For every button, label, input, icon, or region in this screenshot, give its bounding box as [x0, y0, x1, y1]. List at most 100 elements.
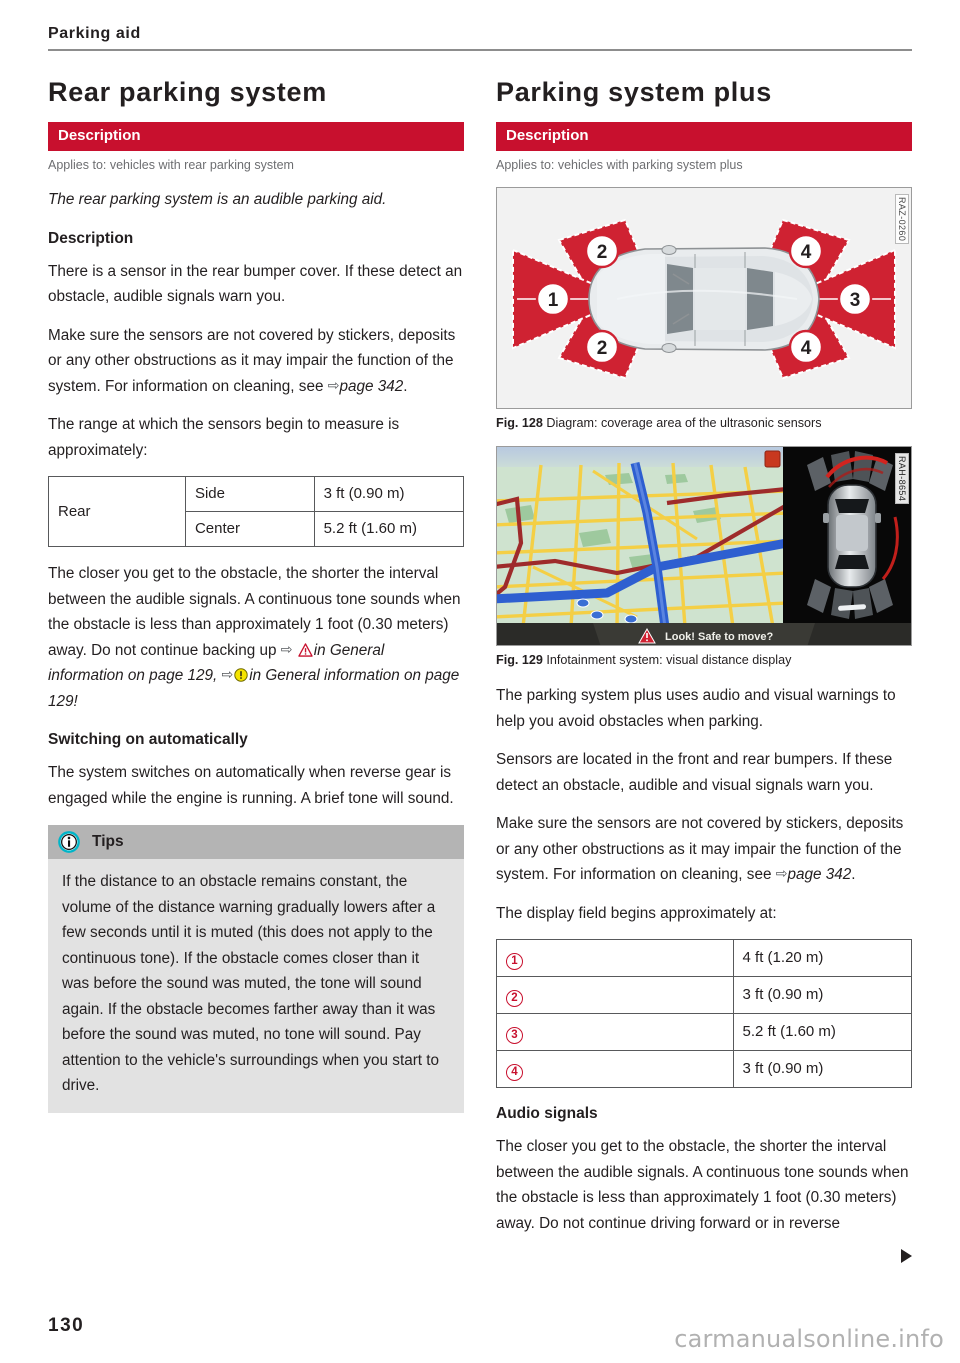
svg-text:4: 4: [801, 242, 812, 263]
zone-callout-3: 3: [837, 281, 873, 317]
circled-number-1: 1: [506, 953, 523, 970]
left-paragraph-4: The closer you get to the obstacle, the …: [48, 561, 464, 714]
table-row: 4 3 ft (0.90 m): [496, 1050, 913, 1088]
figure-128: 1 2 2 3 4 4 RAZ-0260 Fig. 128 Diagram: c…: [496, 187, 912, 432]
display-marker-4: 4: [496, 1050, 734, 1088]
figure-129-caption-text: Infotainment system: visual distance dis…: [546, 653, 792, 667]
table-row: 1 4 ft (1.20 m): [496, 939, 913, 977]
right-paragraph-2: Sensors are located in the front and rea…: [496, 751, 893, 794]
display-marker-3: 3: [496, 1013, 734, 1051]
panel-car-top-view: [823, 484, 881, 588]
tips-label: Tips: [92, 833, 124, 850]
figure-129-caption: Fig. 129 Infotainment system: visual dis…: [496, 652, 912, 669]
reference-arrow-icon: ⇨: [775, 865, 788, 881]
right-paragraph-4: The display field begins approximately a…: [496, 904, 777, 922]
display-marker-1: 1: [496, 939, 734, 977]
warning-triangle-icon: [298, 642, 313, 657]
running-head-rule: [48, 49, 912, 51]
map-status-badge: [764, 450, 781, 468]
tips-body-text: If the distance to an obstacle remains c…: [62, 873, 440, 1094]
rear-distance-side: 3 ft (0.90 m): [313, 476, 465, 512]
zone-callout-2-upper: 2: [584, 233, 620, 269]
circled-number-4: 4: [506, 1064, 523, 1081]
note-exclamation-icon: [234, 668, 248, 682]
figure-128-caption: Fig. 128 Diagram: coverage area of the u…: [496, 415, 912, 432]
right-column: Parking system plus Description Applies …: [496, 66, 913, 1263]
display-distance-3: 5.2 ft (1.60 m): [732, 1013, 913, 1051]
reference-arrow-icon: ⇨: [280, 640, 293, 657]
right-paragraph-3-end: .: [851, 866, 856, 883]
display-marker-2: 2: [496, 976, 734, 1014]
site-watermark: carmanualsonline.info: [674, 1325, 944, 1353]
tips-header: Tips: [48, 825, 464, 859]
left-paragraph-3: The range at which the sensors begin to …: [48, 416, 400, 459]
left-paragraph-1: There is a sensor in the rear bumper cov…: [48, 262, 463, 306]
display-distance-2: 3 ft (0.90 m): [732, 976, 913, 1014]
left-paragraph-4-mid: ,: [213, 667, 222, 684]
rear-range-table: Rear Side 3 ft (0.90 m) Center 5.2 ft (1…: [48, 476, 465, 547]
zone-callout-1: 1: [535, 281, 571, 317]
tips-box: Tips If the distance to an obstacle rema…: [48, 825, 464, 1113]
figure-129-watermark: RAH-8654: [895, 453, 909, 505]
right-paragraph-5: The closer you get to the obstacle, the …: [496, 1138, 909, 1232]
figure-129-number: Fig. 129: [496, 653, 543, 667]
right-subhead-audio: Audio signals: [496, 1105, 598, 1122]
svg-text:2: 2: [597, 338, 608, 359]
table-row: 3 5.2 ft (1.60 m): [496, 1013, 913, 1051]
tips-body: If the distance to an obstacle remains c…: [48, 859, 464, 1113]
running-head: Parking aid: [48, 24, 912, 51]
reference-arrow-icon: ⇨: [327, 376, 340, 393]
circled-number-3: 3: [506, 1027, 523, 1044]
display-distance-4: 3 ft (0.90 m): [732, 1050, 913, 1088]
sensor-coverage-diagram: 1 2 2 3 4 4: [497, 188, 911, 408]
running-head-title: Parking aid: [48, 25, 141, 42]
right-description-bar: Description: [496, 122, 912, 151]
left-subhead-description: Description: [48, 229, 134, 247]
left-subhead-switching: Switching on automatically: [48, 731, 248, 748]
left-description-bar: Description: [48, 122, 464, 151]
svg-text:3: 3: [850, 290, 861, 311]
left-paragraph-2: Make sure the sensors are not covered by…: [48, 323, 464, 400]
right-paragraph-1: The parking system plus uses audio and v…: [496, 687, 896, 730]
display-distance-1: 4 ft (1.20 m): [732, 939, 913, 977]
navigation-map: [497, 447, 783, 623]
figure-128-watermark: RAZ-0260: [895, 194, 909, 245]
manual-page: Parking aid Rear parking system Descript…: [0, 0, 960, 1363]
svg-text:1: 1: [548, 290, 559, 311]
rear-distance-center: 5.2 ft (1.60 m): [313, 511, 465, 547]
figure-129: Look! Safe to move? RAH-8654 Fig. 129 In…: [496, 446, 912, 669]
screen-banner-text: Look! Safe to move?: [665, 631, 773, 643]
svg-text:4: 4: [801, 338, 812, 359]
table-row: 2 3 ft (0.90 m): [496, 976, 913, 1014]
left-section-title: Rear parking system: [48, 77, 327, 107]
right-section-title: Parking system plus: [496, 77, 772, 107]
right-paragraph-3: Make sure the sensors are not covered by…: [496, 811, 912, 888]
left-paragraph-5: The system switches on automatically whe…: [48, 764, 454, 807]
circled-number-2: 2: [506, 990, 523, 1007]
figure-128-image: 1 2 2 3 4 4 RAZ-0260: [496, 187, 912, 409]
parking-distance-panel: [783, 447, 911, 623]
display-field-table: 1 4 ft (1.20 m) 2 3 ft (0.90 m) 3 5.2 ft…: [496, 939, 913, 1088]
right-paragraph-3-reference: page 342: [787, 866, 852, 883]
info-circle-icon: [58, 831, 80, 853]
continue-triangle-icon: [901, 1249, 912, 1263]
left-paragraph-4-text: The closer you get to the obstacle, the …: [48, 565, 461, 659]
figure-128-caption-text: Diagram: coverage area of the ultrasonic…: [546, 416, 822, 430]
reference-arrow-icon: ⇨: [221, 666, 234, 682]
figure-129-image: Look! Safe to move? RAH-8654: [496, 446, 912, 646]
left-lead-italic: The rear parking system is an audible pa…: [48, 191, 387, 208]
left-paragraph-4-end: !: [73, 692, 78, 710]
rear-row-label: Rear: [48, 476, 186, 547]
left-applies-to: Applies to: vehicles with rear parking s…: [48, 158, 294, 172]
rear-position-center: Center: [184, 511, 315, 547]
zone-callout-4-lower: 4: [788, 329, 824, 365]
zone-callout-2-lower: 2: [584, 329, 620, 365]
two-column-body: Rear parking system Description Applies …: [48, 66, 913, 1263]
table-row: Rear Side 3 ft (0.90 m): [48, 476, 465, 547]
left-column: Rear parking system Description Applies …: [48, 66, 465, 1249]
page-number: 130: [48, 1315, 85, 1336]
infotainment-display: Look! Safe to move?: [497, 447, 911, 645]
rear-position-side: Side: [184, 476, 315, 512]
zone-callout-4-upper: 4: [788, 233, 824, 269]
right-applies-to: Applies to: vehicles with parking system…: [496, 158, 743, 172]
